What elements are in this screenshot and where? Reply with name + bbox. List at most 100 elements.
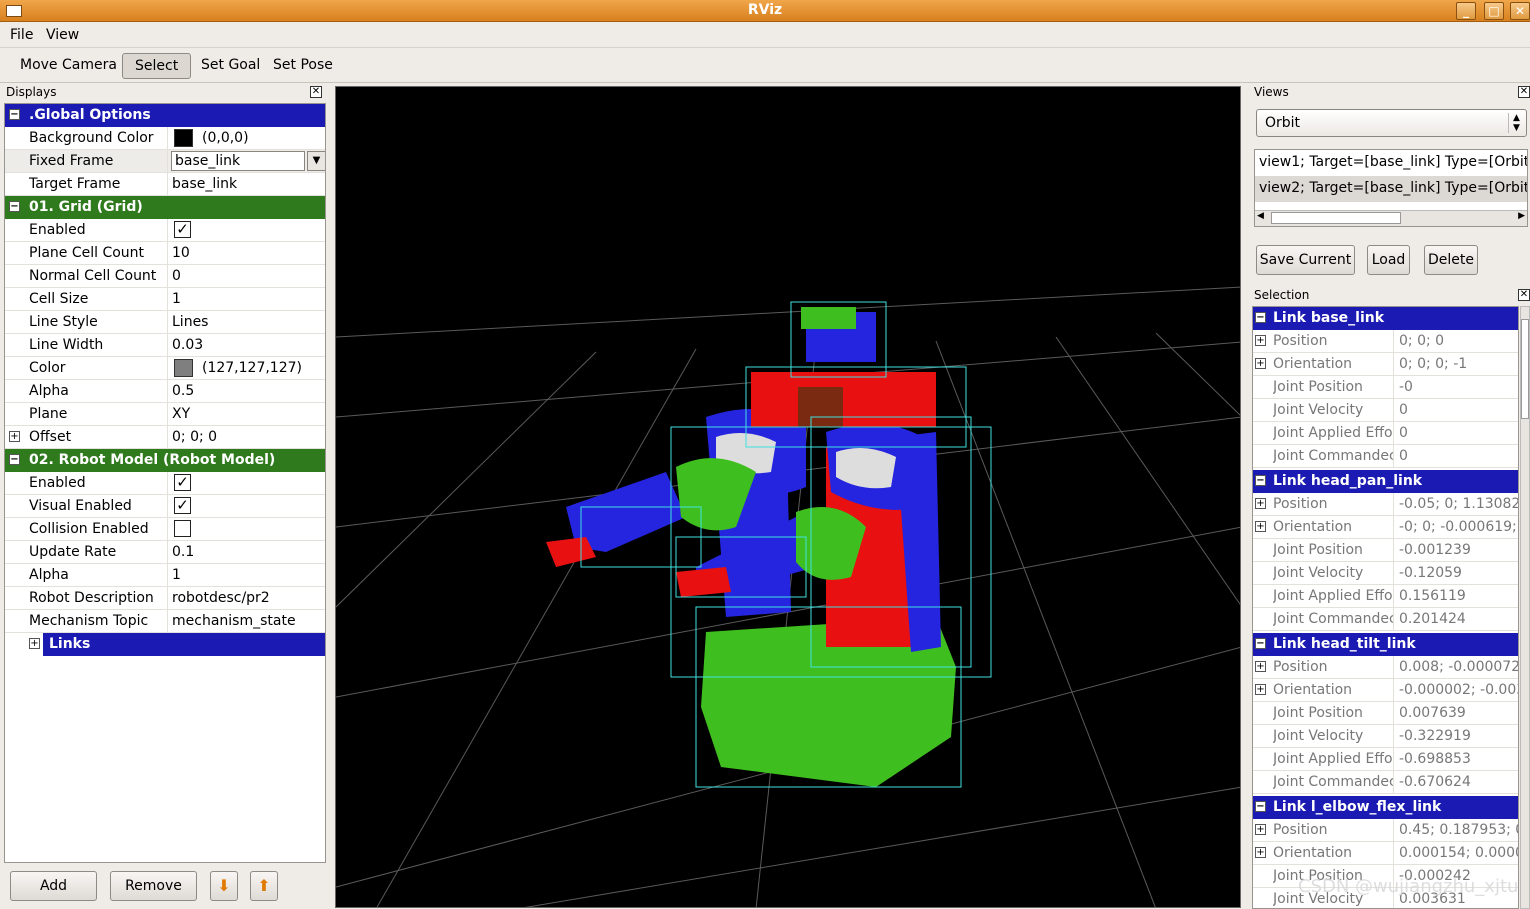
select-tool[interactable]: Select [122, 53, 192, 79]
joint-applied-row[interactable]: Joint Applied Effor 0.156119 [1253, 585, 1518, 608]
property-value[interactable]: 0.5 [172, 383, 194, 399]
set-pose-tool[interactable]: Set Pose [267, 53, 339, 79]
delete-button[interactable]: Delete [1424, 245, 1478, 275]
robot-model-display-row[interactable]: − 02. Robot Model (Robot Model) [5, 449, 325, 472]
property-value[interactable]: 1 [172, 567, 181, 583]
property-value[interactable]: 10 [172, 245, 190, 261]
property-value[interactable]: 0 [172, 268, 181, 284]
joint-position-row[interactable]: Joint Position 0.007639 [1253, 702, 1518, 725]
selection-link-row[interactable]: − Link l_elbow_flex_link [1253, 796, 1518, 819]
expand-icon[interactable]: + [9, 431, 20, 442]
expand-icon[interactable]: + [1255, 335, 1266, 346]
property-value[interactable]: robotdesc/pr2 [172, 590, 270, 606]
menu-view[interactable]: View [46, 27, 79, 43]
robot-enabled-row[interactable]: Enabled ✓ [5, 472, 325, 495]
chevron-down-icon[interactable]: ▼ [307, 151, 325, 171]
grid-enabled-row[interactable]: Enabled ✓ [5, 219, 325, 242]
move-camera-tool[interactable]: Move Camera [14, 53, 123, 79]
collision-enabled-row[interactable]: Collision Enabled [5, 518, 325, 541]
property-value[interactable]: 1 [172, 291, 181, 307]
position-row[interactable]: + Position 0.45; 0.187953; 0 [1253, 819, 1518, 842]
line-style-row[interactable]: Line Style Lines [5, 311, 325, 334]
position-row[interactable]: + Position 0; 0; 0 [1253, 330, 1518, 353]
links-row[interactable]: + Links [5, 633, 325, 656]
move-down-icon[interactable]: ⬇ [210, 871, 238, 901]
update-rate-row[interactable]: Update Rate 0.1 [5, 541, 325, 564]
expand-icon[interactable]: + [1255, 824, 1266, 835]
target-frame-row[interactable]: Target Frame base_link [5, 173, 325, 196]
joint-velocity-row[interactable]: Joint Velocity -0.322919 [1253, 725, 1518, 748]
grid-display-row[interactable]: − 01. Grid (Grid) [5, 196, 325, 219]
property-value[interactable]: XY [172, 406, 190, 422]
property-value[interactable]: Lines [172, 314, 208, 330]
render-viewport[interactable] [335, 86, 1241, 908]
property-value[interactable]: 0; 0; 0 [172, 429, 217, 445]
global-options-row[interactable]: − .Global Options [5, 104, 325, 127]
grid-color-row[interactable]: Color (127,127,127) [5, 357, 325, 380]
remove-display-button[interactable]: Remove [110, 871, 197, 901]
joint-velocity-row[interactable]: Joint Velocity 0 [1253, 399, 1518, 422]
joint-applied-row[interactable]: Joint Applied Effor -0.698853 [1253, 748, 1518, 771]
joint-position-row[interactable]: Joint Position -0.001239 [1253, 539, 1518, 562]
collapse-icon[interactable]: − [1255, 312, 1266, 323]
collision-enabled-checkbox[interactable] [174, 520, 191, 537]
selection-link-row[interactable]: − Link base_link [1253, 307, 1518, 330]
minimize-icon[interactable]: _ [1456, 2, 1476, 20]
load-button[interactable]: Load [1367, 245, 1410, 275]
add-display-button[interactable]: Add [10, 871, 97, 901]
cell-size-row[interactable]: Cell Size 1 [5, 288, 325, 311]
offset-row[interactable]: + Offset 0; 0; 0 [5, 426, 325, 449]
vertical-scrollbar[interactable] [1520, 306, 1530, 909]
joint-commanded-row[interactable]: Joint Commandec 0.201424 [1253, 608, 1518, 631]
joint-commanded-row[interactable]: Joint Commandec -0.670624 [1253, 771, 1518, 794]
plane-row[interactable]: Plane XY [5, 403, 325, 426]
collapse-icon[interactable]: − [9, 454, 20, 465]
save-current-button[interactable]: Save Current [1256, 245, 1355, 275]
collapse-icon[interactable]: − [1255, 638, 1266, 649]
set-goal-tool[interactable]: Set Goal [195, 53, 266, 79]
orientation-row[interactable]: + Orientation -0; 0; -0.000619; 1 [1253, 516, 1518, 539]
orientation-row[interactable]: + Orientation -0.000002; -0.003 [1253, 679, 1518, 702]
expand-icon[interactable]: + [1255, 358, 1266, 369]
background-color-row[interactable]: Background Color (0,0,0) [5, 127, 325, 150]
grid-enabled-checkbox[interactable]: ✓ [174, 221, 191, 238]
expand-icon[interactable]: + [1255, 684, 1266, 695]
close-icon[interactable]: ✕ [1510, 2, 1530, 20]
expand-icon[interactable]: + [1255, 847, 1266, 858]
robot-description-row[interactable]: Robot Description robotdesc/pr2 [5, 587, 325, 610]
robot-enabled-checkbox[interactable]: ✓ [174, 474, 191, 491]
horizontal-scrollbar[interactable]: ◀ ▶ [1255, 210, 1527, 226]
expand-icon[interactable]: + [1255, 521, 1266, 532]
property-value[interactable]: 0.1 [172, 544, 194, 560]
visual-enabled-checkbox[interactable]: ✓ [174, 497, 191, 514]
property-value[interactable]: mechanism_state [172, 613, 296, 629]
visual-enabled-row[interactable]: Visual Enabled ✓ [5, 495, 325, 518]
collapse-icon[interactable]: − [9, 109, 20, 120]
collapse-icon[interactable]: − [1255, 801, 1266, 812]
robot-alpha-row[interactable]: Alpha 1 [5, 564, 325, 587]
view-type-combo[interactable]: Orbit ▲ ▼ [1256, 109, 1527, 137]
position-row[interactable]: + Position -0.05; 0; 1.130824 [1253, 493, 1518, 516]
joint-position-row[interactable]: Joint Position -0 [1253, 376, 1518, 399]
list-item[interactable]: view1; Target=[base_link] Type=[Orbit] C… [1255, 150, 1527, 176]
normal-cell-count-row[interactable]: Normal Cell Count 0 [5, 265, 325, 288]
expand-icon[interactable]: + [1255, 498, 1266, 509]
fixed-frame-row[interactable]: Fixed Frame base_link ▼ [5, 150, 325, 173]
list-item[interactable]: view2; Target=[base_link] Type=[Orbit] C… [1255, 176, 1527, 202]
color-swatch[interactable] [174, 129, 193, 147]
position-row[interactable]: + Position 0.008; -0.000072; [1253, 656, 1518, 679]
expand-icon[interactable]: + [29, 638, 40, 649]
joint-commanded-row[interactable]: Joint Commandec 0 [1253, 445, 1518, 468]
expand-icon[interactable]: + [1255, 661, 1266, 672]
mechanism-topic-row[interactable]: Mechanism Topic mechanism_state [5, 610, 325, 633]
views-close-icon[interactable]: ✕ [1518, 86, 1530, 98]
collapse-icon[interactable]: − [9, 201, 20, 212]
menu-file[interactable]: File [10, 27, 33, 43]
orientation-row[interactable]: + Orientation 0.000154; 0.0000 [1253, 842, 1518, 865]
property-value[interactable]: 0.03 [172, 337, 203, 353]
selection-link-row[interactable]: − Link head_tilt_link [1253, 633, 1518, 656]
joint-velocity-row[interactable]: Joint Velocity -0.12059 [1253, 562, 1518, 585]
plane-cell-count-row[interactable]: Plane Cell Count 10 [5, 242, 325, 265]
color-swatch[interactable] [174, 359, 193, 377]
move-up-icon[interactable]: ⬆ [250, 871, 278, 901]
